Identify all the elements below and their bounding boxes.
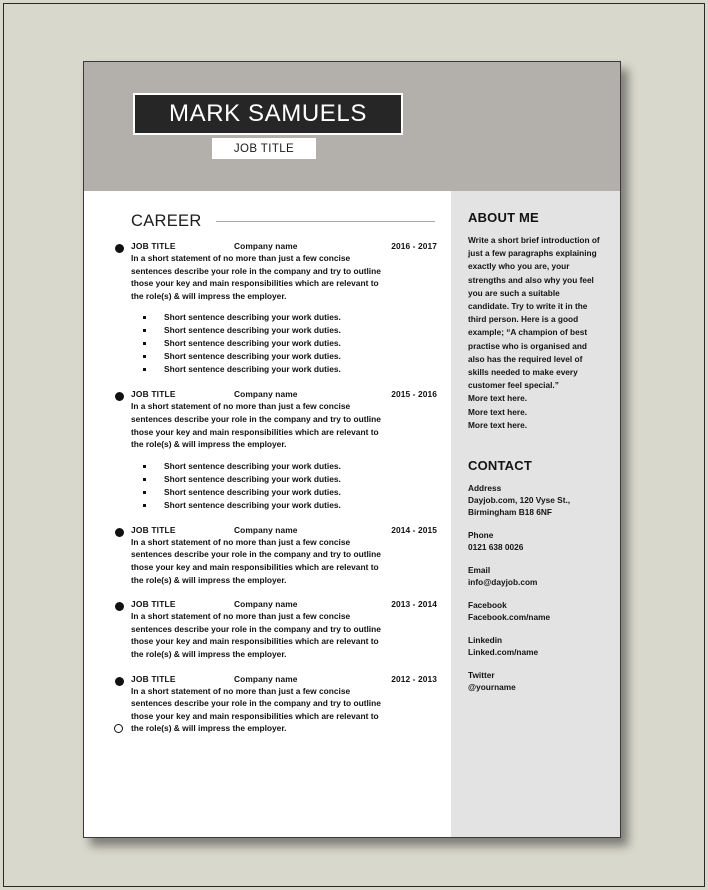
career-entry-list: JOB TITLE Company name 2016 - 2017 In a sho…	[84, 241, 451, 735]
contact-label: Phone	[468, 530, 494, 541]
career-heading-rule	[215, 220, 435, 222]
contact-group: Facebook Facebook.com/name	[468, 599, 603, 623]
name-box: MARK SAMUELS	[133, 93, 403, 135]
entry-duty-item: Short sentence describing your work duti…	[131, 337, 437, 350]
entry-date-range: 2016 - 2017	[391, 241, 437, 251]
career-entry: JOB TITLE Company name 2013 - 2014 In a sho…	[84, 599, 451, 660]
resume-body: CAREER JOB TITLE Company name 2016 - 2017 I…	[84, 191, 620, 837]
entry-bullet-icon	[115, 676, 124, 686]
contact-value: 0121 638 0026	[468, 542, 524, 553]
contact-value: Linked.com/name	[468, 647, 539, 658]
contact-value: Dayjob.com, 120 Vyse St.,	[468, 495, 571, 506]
contact-label: Email	[468, 565, 491, 576]
entry-date-range: 2012 - 2013	[391, 673, 437, 684]
entry-duty-item: Short sentence describing your work duti…	[131, 363, 437, 376]
career-column: CAREER JOB TITLE Company name 2016 - 2017 I…	[84, 191, 451, 837]
contact-title: CONTACT	[468, 458, 532, 474]
entry-bullet-icon	[115, 602, 124, 612]
about-me-extra-line: More text here.	[468, 419, 528, 430]
entry-duty-item: Short sentence describing your work duti…	[131, 499, 437, 512]
entry-duty-item: Short sentence describing your work duti…	[131, 324, 437, 337]
contact-label: Address	[468, 483, 502, 494]
contact-group: Twitter @yourname	[468, 669, 603, 693]
contact-value: @yourname	[468, 682, 516, 693]
entry-company-name: Company name	[234, 389, 298, 400]
resume-document: MARK SAMUELS JOB TITLE CAREER JOB TITLE C…	[83, 61, 621, 838]
entry-company-name: Company name	[234, 524, 298, 535]
entry-description: In a short statement of no more than jus…	[131, 611, 381, 659]
entry-header-row: JOB TITLE Company name 2016 - 2017	[131, 241, 437, 251]
entry-job-title: JOB TITLE	[131, 389, 176, 400]
entry-description: In a short statement of no more than jus…	[131, 401, 381, 450]
about-me-paragraph: Write a short brief introduction of just…	[468, 235, 600, 391]
entry-job-title: JOB TITLE	[131, 524, 176, 535]
resume-header-band: MARK SAMUELS JOB TITLE	[84, 62, 620, 191]
entry-bullet-icon	[115, 392, 124, 402]
entry-company-name: Company name	[234, 673, 298, 684]
career-section-title: CAREER	[131, 211, 202, 230]
entry-duty-item: Short sentence describing your work duti…	[131, 473, 437, 486]
entry-duty-item: Short sentence describing your work duti…	[131, 350, 437, 363]
entry-job-title: JOB TITLE	[131, 599, 176, 610]
contact-group: Email info@dayjob.com	[468, 564, 603, 588]
about-me-extra-lines: More text here. More text here. More text …	[468, 392, 603, 432]
header-job-title: JOB TITLE	[233, 142, 295, 155]
about-me-section: ABOUT ME Write a short brief introductio…	[468, 210, 603, 432]
entry-header-row: JOB TITLE Company name 2013 - 2014	[131, 599, 437, 609]
about-me-extra-line: More text here.	[468, 406, 528, 417]
career-entry: JOB TITLE Company name 2016 - 2017 In a sho…	[84, 241, 451, 376]
contact-group: Linkedin Linked.com/name	[468, 634, 603, 658]
entry-header-row: JOB TITLE Company name 2015 - 2016	[131, 389, 437, 399]
entry-company-name: Company name	[234, 241, 298, 251]
contact-label: Linkedin	[468, 635, 503, 646]
career-section-heading: CAREER	[131, 210, 435, 232]
entry-date-range: 2013 - 2014	[391, 599, 437, 610]
contact-group-list: Address Dayjob.com, 120 Vyse St., Birmingh…	[468, 482, 603, 693]
contact-group: Address Dayjob.com, 120 Vyse St., Birmingh…	[468, 482, 603, 518]
entry-duty-item: Short sentence describing your work duti…	[131, 311, 437, 324]
about-me-title: ABOUT ME	[468, 210, 539, 225]
entry-duty-list: Short sentence describing your work duti…	[131, 311, 437, 376]
career-entry: JOB TITLE Company name 2015 - 2016 In a sho…	[84, 389, 451, 511]
entry-hollow-bullet-icon	[114, 723, 123, 733]
page-background: MARK SAMUELS JOB TITLE CAREER JOB TITLE C…	[3, 3, 705, 887]
entry-job-title: JOB TITLE	[131, 673, 176, 684]
entry-company-name: Company name	[234, 599, 298, 610]
entry-header-row: JOB TITLE Company name 2012 - 2013	[131, 674, 437, 684]
candidate-name: MARK SAMUELS	[169, 100, 367, 127]
entry-description: In a short statement of no more than jus…	[131, 253, 381, 301]
entry-date-range: 2015 - 2016	[391, 389, 437, 400]
contact-value: Facebook.com/name	[468, 612, 551, 623]
entry-duty-list: Short sentence describing your work duti…	[131, 460, 437, 512]
entry-bullet-icon	[115, 244, 124, 253]
entry-bullet-icon	[115, 527, 124, 537]
career-entry: JOB TITLE Company name 2014 - 2015 In a sho…	[84, 525, 451, 586]
contact-label: Facebook	[468, 600, 507, 611]
contact-label: Twitter	[468, 670, 495, 681]
contact-section: CONTACT Address Dayjob.com, 120 Vyse St.,…	[468, 458, 603, 693]
entry-date-range: 2014 - 2015	[391, 524, 437, 535]
entry-job-title: JOB TITLE	[131, 241, 176, 251]
contact-value: Birmingham B18 6NF	[468, 507, 552, 518]
entry-description: In a short statement of no more than jus…	[131, 536, 381, 585]
header-job-title-box: JOB TITLE	[212, 138, 316, 159]
contact-value: info@dayjob.com	[468, 577, 538, 588]
entry-description: In a short statement of no more than jus…	[131, 685, 381, 734]
about-me-extra-line: More text here.	[468, 393, 528, 404]
entry-duty-item: Short sentence describing your work duti…	[131, 460, 437, 473]
entry-header-row: JOB TITLE Company name 2014 - 2015	[131, 525, 437, 535]
sidebar-column: ABOUT ME Write a short brief introductio…	[451, 191, 620, 837]
contact-group: Phone 0121 638 0026	[468, 529, 603, 553]
career-entry: JOB TITLE Company name 2012 - 2013 In a sho…	[84, 674, 451, 735]
entry-duty-item: Short sentence describing your work duti…	[131, 486, 437, 499]
